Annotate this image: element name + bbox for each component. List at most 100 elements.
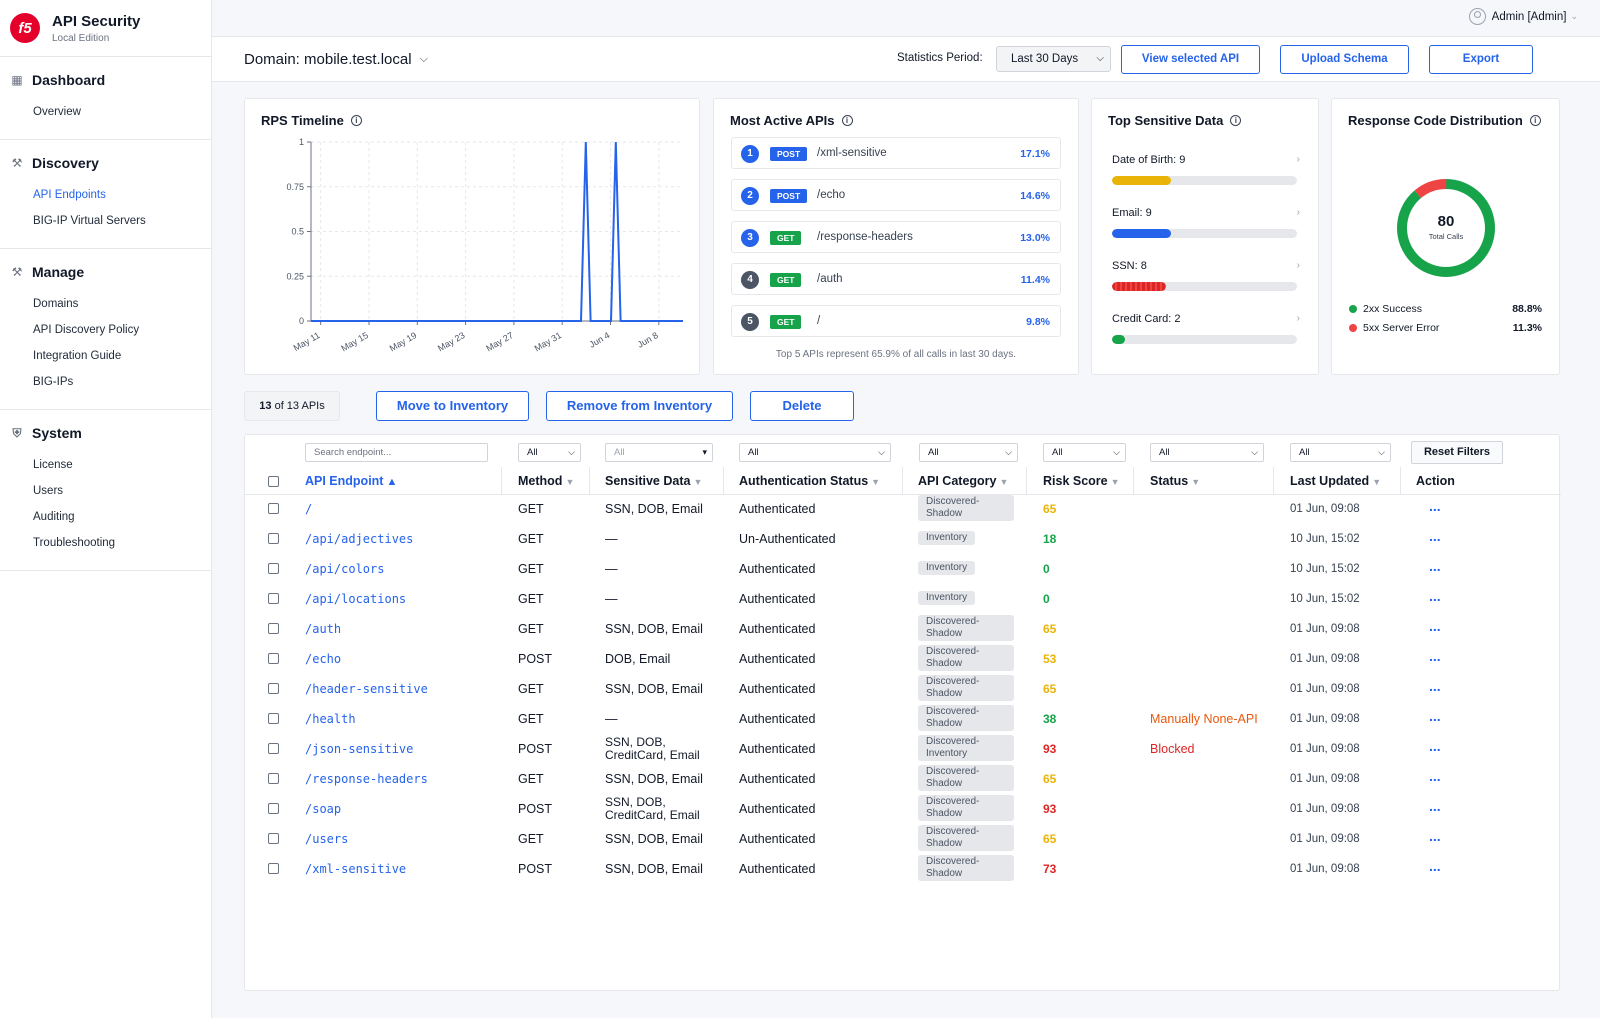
- nav-heading-manage[interactable]: ⚒ Manage: [0, 263, 211, 281]
- table-row[interactable]: /health GET — Authenticated Discovered- Shado…: [245, 704, 1561, 734]
- row-action-menu[interactable]: ...: [1429, 828, 1441, 844]
- delete-button[interactable]: Delete: [750, 391, 854, 421]
- most-active-api-item[interactable]: 2 POST/echo 14.6%: [731, 179, 1061, 211]
- row-action-menu[interactable]: ...: [1429, 798, 1441, 814]
- row-checkbox[interactable]: [268, 593, 279, 604]
- row-action-menu[interactable]: ...: [1429, 738, 1441, 754]
- chevron-right-icon[interactable]: ›: [1297, 313, 1300, 324]
- endpoint-link[interactable]: /health: [305, 712, 356, 726]
- row-checkbox[interactable]: [268, 503, 279, 514]
- sidebar-item-big-ips[interactable]: BIG-IPs: [0, 369, 211, 395]
- sensitive-item-label[interactable]: Email: 9: [1112, 207, 1152, 219]
- row-action-menu[interactable]: ...: [1429, 588, 1441, 604]
- col-risk-score[interactable]: Risk Score ▼: [1043, 474, 1120, 488]
- row-action-menu[interactable]: ...: [1429, 708, 1441, 724]
- api-category-filter[interactable]: All ⌵: [919, 443, 1018, 462]
- row-action-menu[interactable]: ...: [1429, 618, 1441, 634]
- endpoint-link[interactable]: /echo: [305, 652, 341, 666]
- table-row[interactable]: /header-sensitive GET SSN, DOB, Email Authe…: [245, 674, 1561, 704]
- endpoint-link[interactable]: /response-headers: [305, 772, 428, 786]
- col-status[interactable]: Status ▼: [1150, 474, 1200, 488]
- nav-heading-discovery[interactable]: ⚒ Discovery: [0, 154, 211, 172]
- chevron-right-icon[interactable]: ›: [1297, 207, 1300, 218]
- most-active-api-item[interactable]: 1 POST/xml-sensitive 17.1%: [731, 137, 1061, 169]
- row-checkbox[interactable]: [268, 803, 279, 814]
- table-row[interactable]: /echo POST DOB, Email Authenticated Discover…: [245, 644, 1561, 674]
- endpoint-link[interactable]: /users: [305, 832, 348, 846]
- col-api-category[interactable]: API Category ▼: [918, 474, 1008, 488]
- sidebar-item-license[interactable]: License: [0, 452, 211, 478]
- chevron-right-icon[interactable]: ›: [1297, 260, 1300, 271]
- sidebar-item-integration-guide[interactable]: Integration Guide: [0, 343, 211, 369]
- col-sensitive-data[interactable]: Sensitive Data ▼: [605, 474, 702, 488]
- table-row[interactable]: /api/locations GET — Authenticated Inventory…: [245, 584, 1561, 614]
- endpoint-link[interactable]: /json-sensitive: [305, 742, 413, 756]
- remove-from-inventory-button[interactable]: Remove from Inventory: [546, 391, 733, 421]
- row-checkbox[interactable]: [268, 653, 279, 664]
- domain-selector[interactable]: Domain: mobile.test.local ⌵: [244, 51, 428, 68]
- method-filter[interactable]: All ⌵: [518, 443, 581, 462]
- chevron-right-icon[interactable]: ›: [1297, 154, 1300, 165]
- endpoint-link[interactable]: /soap: [305, 802, 341, 816]
- nav-heading-dashboard[interactable]: ▦ Dashboard: [0, 71, 211, 89]
- risk-score-filter[interactable]: All ⌵: [1043, 443, 1126, 462]
- sidebar-item-troubleshooting[interactable]: Troubleshooting: [0, 530, 211, 556]
- last-updated-filter[interactable]: All ⌵: [1290, 443, 1391, 462]
- row-action-menu[interactable]: ...: [1429, 528, 1441, 544]
- row-checkbox[interactable]: [268, 713, 279, 724]
- statistics-period-select[interactable]: Last 30 Days ⌵: [996, 46, 1111, 72]
- row-action-menu[interactable]: ...: [1429, 498, 1441, 514]
- brand[interactable]: f5 API Security Local Edition: [0, 0, 211, 57]
- most-active-api-item[interactable]: 4 GET/auth 11.4%: [731, 263, 1061, 295]
- row-action-menu[interactable]: ...: [1429, 558, 1441, 574]
- row-checkbox[interactable]: [268, 563, 279, 574]
- endpoint-link[interactable]: /: [305, 502, 312, 516]
- table-row[interactable]: /soap POST SSN, DOB, CreditCard, Email Authe…: [245, 794, 1561, 824]
- sidebar-item-users[interactable]: Users: [0, 478, 211, 504]
- upload-schema-button[interactable]: Upload Schema: [1280, 45, 1409, 74]
- most-active-api-item[interactable]: 3 GET/response-headers 13.0%: [731, 221, 1061, 253]
- endpoint-link[interactable]: /xml-sensitive: [305, 862, 406, 876]
- endpoint-link[interactable]: /api/locations: [305, 592, 406, 606]
- table-row[interactable]: /api/adjectives GET — Un-Authenticated Inven…: [245, 524, 1561, 554]
- col-auth-status[interactable]: Authentication Status ▼: [739, 474, 880, 488]
- row-checkbox[interactable]: [268, 863, 279, 874]
- most-active-api-item[interactable]: 5 GET / 9.8%: [731, 305, 1061, 337]
- endpoint-link[interactable]: /auth: [305, 622, 341, 636]
- table-row[interactable]: /api/colors GET — Authenticated Inventory 0 10…: [245, 554, 1561, 584]
- row-checkbox[interactable]: [268, 773, 279, 784]
- endpoint-link[interactable]: /header-sensitive: [305, 682, 428, 696]
- info-icon[interactable]: i: [841, 115, 853, 126]
- sidebar-item-api-endpoints[interactable]: API Endpoints: [0, 182, 211, 208]
- endpoint-link[interactable]: /api/adjectives: [305, 532, 413, 546]
- auth-status-filter[interactable]: All ⌵: [739, 443, 891, 462]
- row-checkbox[interactable]: [268, 533, 279, 544]
- col-method[interactable]: Method ▼: [518, 474, 574, 488]
- table-row[interactable]: /auth GET SSN, DOB, Email Authenticated Disc…: [245, 614, 1561, 644]
- sidebar-item-auditing[interactable]: Auditing: [0, 504, 211, 530]
- row-checkbox[interactable]: [268, 683, 279, 694]
- table-row[interactable]: / GET SSN, DOB, Email Authenticated Discover…: [245, 494, 1561, 524]
- row-action-menu[interactable]: ...: [1429, 648, 1441, 664]
- select-all-checkbox[interactable]: [268, 476, 279, 487]
- user-menu[interactable]: Admin [Admin] ⌄: [1468, 8, 1578, 25]
- sidebar-item-overview[interactable]: Overview: [0, 99, 211, 125]
- view-selected-api-button[interactable]: View selected API: [1121, 45, 1260, 74]
- sensitive-data-filter[interactable]: All ▾: [605, 443, 713, 462]
- sensitive-item-label[interactable]: Credit Card: 2: [1112, 313, 1180, 325]
- row-action-menu[interactable]: ...: [1429, 858, 1441, 874]
- table-row[interactable]: /users GET SSN, DOB, Email Authenticated Dis…: [245, 824, 1561, 854]
- reset-filters-button[interactable]: Reset Filters: [1411, 441, 1503, 464]
- status-filter[interactable]: All ⌵: [1150, 443, 1264, 462]
- endpoint-search-input[interactable]: Search endpoint...: [305, 443, 488, 462]
- row-checkbox[interactable]: [268, 623, 279, 634]
- sidebar-item-domains[interactable]: Domains: [0, 291, 211, 317]
- sensitive-item-label[interactable]: SSN: 8: [1112, 260, 1147, 272]
- row-checkbox[interactable]: [268, 833, 279, 844]
- sidebar-item-big-ip-virtual-servers[interactable]: BIG-IP Virtual Servers: [0, 208, 211, 234]
- col-api-endpoint[interactable]: API Endpoint ▲: [305, 474, 397, 488]
- row-action-menu[interactable]: ...: [1429, 678, 1441, 694]
- export-button[interactable]: Export: [1429, 45, 1533, 74]
- info-icon[interactable]: i: [1230, 115, 1242, 126]
- table-row[interactable]: /xml-sensitive POST SSN, DOB, Email Authent…: [245, 854, 1561, 884]
